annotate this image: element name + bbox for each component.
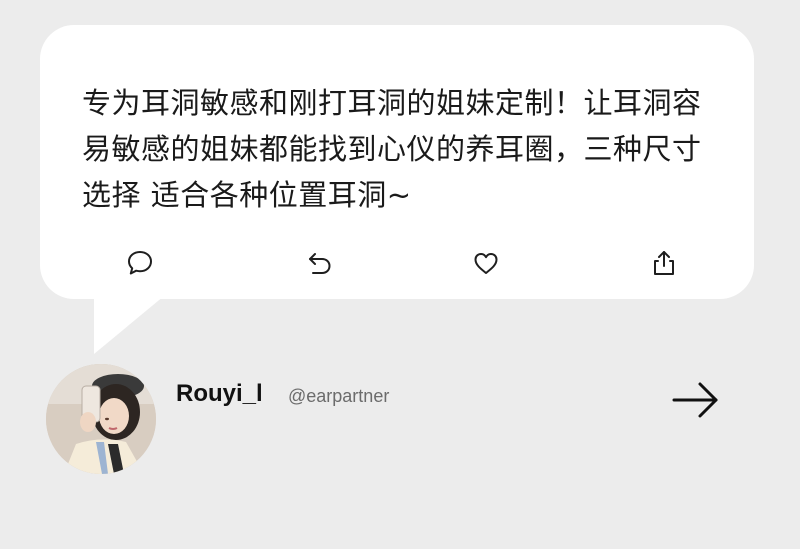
heart-icon bbox=[474, 253, 498, 274]
bubble-tail bbox=[94, 296, 164, 354]
author-handle[interactable]: @earpartner bbox=[288, 386, 389, 407]
share-icon bbox=[654, 251, 674, 275]
avatar-photo bbox=[46, 364, 156, 474]
comment-icon bbox=[128, 251, 152, 275]
comment-button[interactable] bbox=[122, 245, 158, 281]
reply-button[interactable] bbox=[302, 245, 338, 281]
like-button[interactable] bbox=[468, 245, 504, 281]
avatar[interactable] bbox=[46, 364, 156, 474]
next-button[interactable] bbox=[668, 378, 724, 422]
action-bar bbox=[0, 245, 800, 283]
post-text: 专为耳洞敏感和刚打耳洞的姐妹定制！让耳洞容易敏感的姐妹都能找到心仪的养耳圈，三种… bbox=[82, 86, 702, 212]
reply-icon bbox=[309, 253, 331, 274]
author-name[interactable]: Rouyi_l bbox=[176, 380, 263, 408]
share-button[interactable] bbox=[646, 245, 682, 281]
arrow-right-icon bbox=[672, 382, 718, 418]
